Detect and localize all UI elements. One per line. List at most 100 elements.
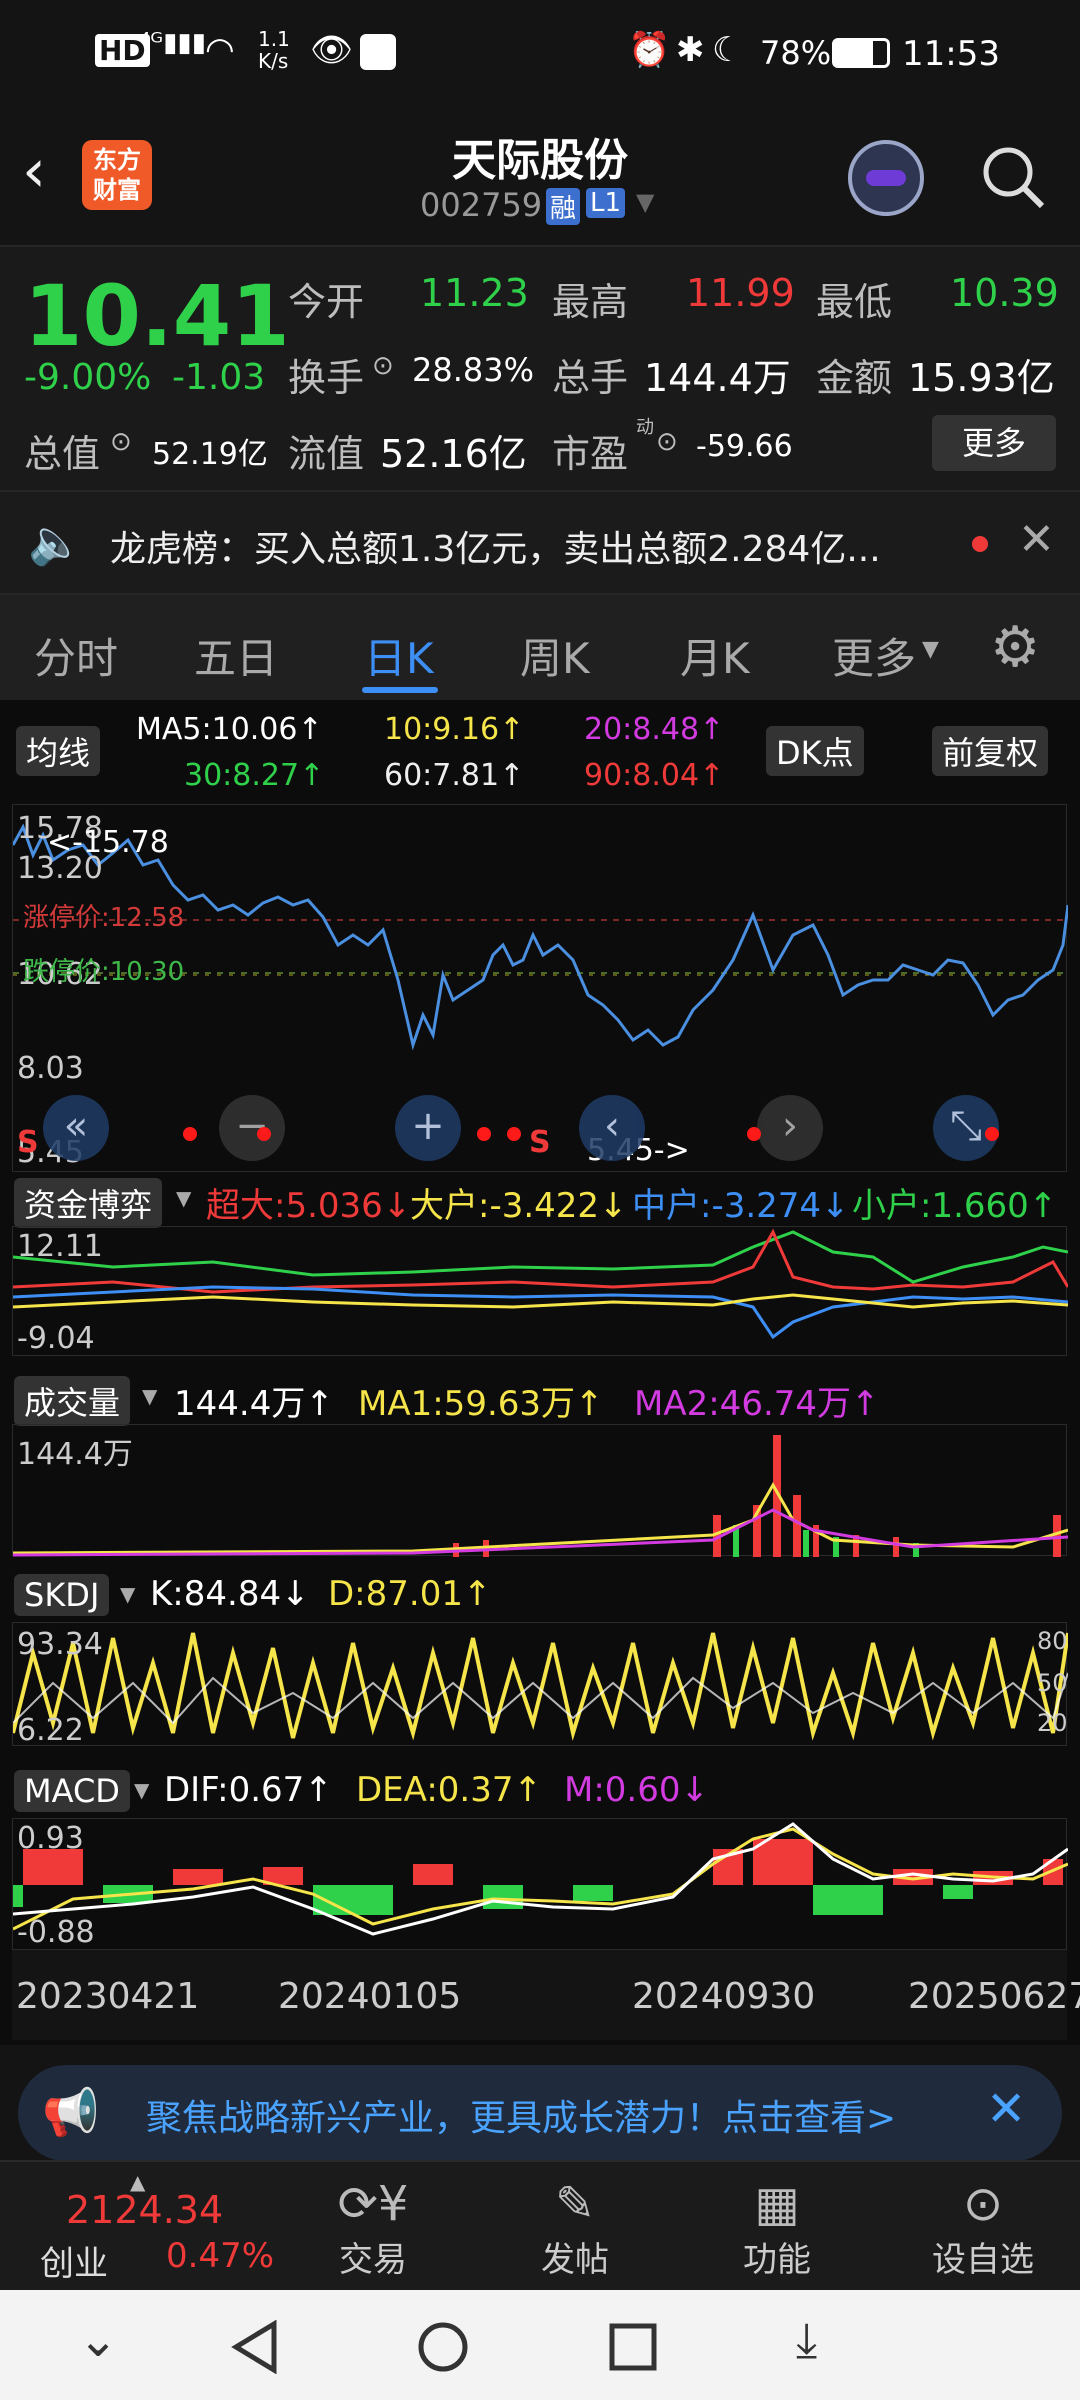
scroll-left-end-button[interactable]: « xyxy=(43,1095,109,1161)
post-button[interactable]: ✎ 发帖 xyxy=(520,2176,630,2281)
edit-icon: ✎ xyxy=(554,2176,596,2232)
change-pct: -9.00% xyxy=(24,357,152,398)
date-label: 20240930 xyxy=(632,1976,816,2017)
app-notify-icon xyxy=(360,34,396,70)
skdj-k: K:84.84↓ xyxy=(150,1574,310,1614)
zoom-in-button[interactable]: + xyxy=(395,1095,461,1161)
alarm-icon: ⏰ xyxy=(628,30,671,70)
fund-big: 大户:-3.422↓ xyxy=(410,1186,628,1226)
nav-recents-icon[interactable] xyxy=(608,2322,658,2372)
trade-label: 交易 xyxy=(339,2240,407,2280)
functions-button[interactable]: ▦ 功能 xyxy=(722,2176,832,2281)
caret-down-icon: ▼ xyxy=(922,637,939,662)
period-tabs: 分时 五日 日K 周K 月K 更多 ▼ ⚙ xyxy=(0,595,1080,700)
volume-current: 144.4万↑ xyxy=(174,1384,334,1424)
nav-home-icon[interactable] xyxy=(416,2320,470,2374)
fund-flow-panel[interactable]: 12.11 -9.04 xyxy=(12,1226,1068,1356)
promo-banner[interactable]: 📢 聚焦战略新兴产业，更具成长潜力！点击查看> ✕ xyxy=(18,2065,1062,2161)
dragon-tiger-notice[interactable]: 🔈 龙虎榜：买入总额1.3亿元，卖出总额2.284亿... ✕ xyxy=(0,490,1080,595)
skdj-selector[interactable]: SKDJ xyxy=(14,1574,110,1616)
signal-dot xyxy=(183,1127,197,1141)
system-nav-bar: ⌄ ⤓ xyxy=(0,2290,1080,2400)
caret-down-icon: ▼ xyxy=(142,1384,158,1408)
battery-icon xyxy=(832,38,890,68)
index-ticker[interactable]: ▲ 2124.34 创业 0.47% xyxy=(0,2162,274,2290)
scroll-right-button[interactable]: › xyxy=(757,1095,823,1161)
speaker-icon: 🔈 xyxy=(28,517,83,568)
tab-five-day[interactable]: 五日 xyxy=(194,625,278,686)
scroll-left-button[interactable]: ‹ xyxy=(579,1095,645,1161)
stock-code: 002759 xyxy=(420,186,543,224)
volume-panel[interactable]: 144.4万 xyxy=(12,1424,1068,1557)
more-button[interactable]: 更多 xyxy=(932,415,1056,471)
max-price-marker: <-15.78 xyxy=(47,825,169,860)
close-icon[interactable]: ✕ xyxy=(986,2081,1026,2137)
limit-up-label: 涨停价:12.58 xyxy=(23,903,185,933)
fund-y-top: 12.11 xyxy=(17,1229,103,1264)
pe-dynamic-mark: 动 xyxy=(636,417,654,438)
info-icon[interactable]: ⊙ xyxy=(110,427,132,457)
macd-panel[interactable]: 0.93 -0.88 xyxy=(12,1818,1068,1950)
close-icon[interactable]: ✕ xyxy=(1018,514,1055,565)
info-icon[interactable]: ⊙ xyxy=(656,427,678,457)
turnover-value: 28.83% xyxy=(412,351,535,389)
tab-daily-k[interactable]: 日K xyxy=(364,625,434,686)
yen-cycle-icon: ⟳¥ xyxy=(337,2176,409,2232)
ma20-value: 20:8.48↑ xyxy=(584,712,725,747)
skdj-ref-80: 80 xyxy=(1037,1627,1068,1655)
skdj-ref-20: 20 xyxy=(1037,1709,1068,1737)
bottom-toolbar: ▲ 2124.34 创业 0.47% ⟳¥ 交易 ✎ 发帖 ▦ 功能 ⊙ 设自选 xyxy=(0,2160,1080,2290)
volume-selector[interactable]: 成交量 xyxy=(14,1376,131,1426)
robot-assistant-icon[interactable] xyxy=(848,140,924,216)
battery-text: 78% xyxy=(760,34,832,72)
dk-point-button[interactable]: DK点 xyxy=(766,726,864,776)
ma60-value: 60:7.81↑ xyxy=(384,758,525,793)
macd-selector[interactable]: MACD xyxy=(14,1770,130,1812)
open-value: 11.23 xyxy=(420,271,529,315)
amount-label: 金额 xyxy=(816,356,893,400)
quote-panel: 10.41 -9.00% -1.03 总值 ⊙ 52.19亿 今开 11.23 … xyxy=(0,245,1080,490)
skdj-panel[interactable]: 93.34 6.22 80 50 20 xyxy=(12,1622,1068,1748)
low-value: 10.39 xyxy=(950,271,1059,315)
info-icon[interactable]: ⊙ xyxy=(372,351,394,381)
chevron-down-icon[interactable]: ▼ xyxy=(636,188,654,216)
notice-text: 龙虎榜：买入总额1.3亿元，卖出总额2.284亿... xyxy=(110,529,881,570)
mcap-value: 52.19亿 xyxy=(152,437,268,472)
active-tab-indicator xyxy=(362,687,438,693)
tab-more[interactable]: 更多 xyxy=(832,625,916,686)
skdj-d: D:87.01↑ xyxy=(328,1574,492,1614)
rong-badge: 融 xyxy=(546,188,581,225)
index-name: 创业 xyxy=(40,2244,108,2284)
high-label: 最高 xyxy=(552,280,629,324)
eye-icon: 👁 xyxy=(310,30,354,70)
ma30-value: 30:8.27↑ xyxy=(184,758,325,793)
fund-small: 小户:1.660↑ xyxy=(852,1186,1058,1226)
zoom-out-button[interactable]: − xyxy=(219,1095,285,1161)
add-watchlist-button[interactable]: ⊙ 设自选 xyxy=(918,2176,1048,2281)
unread-dot xyxy=(972,536,988,552)
gear-icon[interactable]: ⚙ xyxy=(990,615,1040,680)
date-label: 20240105 xyxy=(278,1976,462,2017)
search-icon[interactable] xyxy=(980,144,1046,210)
price-adjust-button[interactable]: 前复权 xyxy=(932,726,1049,776)
nav-hide-icon[interactable]: ⌄ xyxy=(78,2312,118,2368)
signal-dot xyxy=(477,1127,491,1141)
price-panel[interactable]: 15.78 13.20 10.62 8.03 5.45 <-15.78 涨停价:… xyxy=(12,804,1068,1172)
pe-label: 市盈 xyxy=(552,432,629,476)
tab-monthly-k[interactable]: 月K xyxy=(680,625,750,686)
macd-m: M:0.60↓ xyxy=(564,1770,709,1810)
skdj-y-top: 93.34 xyxy=(17,1627,103,1662)
bluetooth-icon: ✱ xyxy=(676,30,705,70)
nav-pulldown-icon[interactable]: ⤓ xyxy=(796,2312,817,2369)
ma-selector[interactable]: 均线 xyxy=(16,726,101,776)
trade-button[interactable]: ⟳¥ 交易 xyxy=(318,2176,428,2281)
price-line-chart xyxy=(13,823,1068,1051)
wifi-icon: ◠ xyxy=(205,30,235,70)
nav-back-icon[interactable] xyxy=(230,2320,280,2374)
amount-value: 15.93亿 xyxy=(908,356,1055,400)
fund-flow-selector[interactable]: 资金博弈 xyxy=(14,1178,163,1228)
tab-intraday[interactable]: 分时 xyxy=(34,625,118,686)
tab-weekly-k[interactable]: 周K xyxy=(520,625,590,686)
limit-down-label: 跌停价:10.30 xyxy=(23,957,185,987)
signal-dot xyxy=(747,1127,761,1141)
